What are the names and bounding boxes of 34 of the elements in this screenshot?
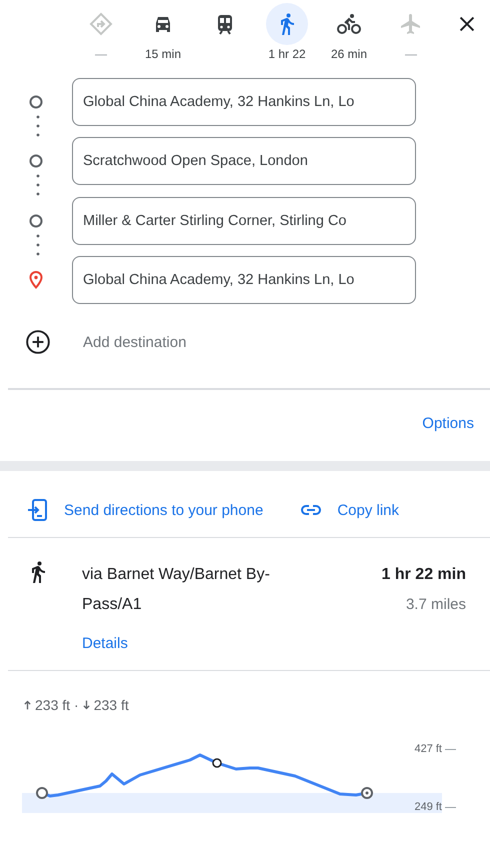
travel-time: —: [95, 47, 107, 61]
waypoint-circle-icon: [29, 154, 43, 168]
separator-dot: ·: [74, 697, 79, 713]
location-pin-icon: [29, 271, 43, 290]
travel-time: —: [405, 47, 417, 61]
elevation-gain: 233 ft: [35, 697, 70, 713]
elevation-loss: 233 ft: [94, 697, 129, 713]
airplane-icon: [399, 12, 423, 36]
elevation-min-label: 249 ft: [414, 801, 442, 813]
send-to-phone-icon[interactable]: [26, 498, 50, 522]
location-field[interactable]: Scratchwood Open Space, London: [72, 137, 416, 186]
travel-time: 1 hr 22: [268, 47, 306, 61]
travel-time: 15 min: [144, 47, 182, 61]
route-duration: 1 hr 22 min: [382, 565, 466, 585]
bicycle-icon: [337, 12, 361, 36]
route-distance: 3.7 miles: [406, 595, 466, 615]
send-directions-link[interactable]: Send directions to your phone: [64, 502, 264, 518]
location-field[interactable]: Global China Academy, 32 Hankins Ln, Lo: [72, 256, 416, 304]
options-link[interactable]: Options: [422, 415, 474, 457]
down-arrow-icon: [82, 700, 90, 710]
location-field[interactable]: Global China Academy, 32 Hankins Ln, Lo: [72, 78, 416, 126]
waypoint-circle-icon: [29, 94, 43, 109]
copy-link[interactable]: Copy link: [337, 502, 400, 518]
travel-time: 26 min: [330, 47, 368, 61]
add-icon[interactable]: [25, 329, 51, 355]
elevation-max-label: 427 ft: [414, 743, 442, 755]
location-field[interactable]: Miller & Carter Stirling Corner, Stirling Co: [72, 196, 416, 245]
details-link[interactable]: Details: [82, 635, 382, 652]
travel-mode-tab[interactable]: [266, 3, 308, 45]
waypoint-circle-icon: [29, 214, 43, 228]
directions-icon: [89, 12, 113, 36]
add-destination-link[interactable]: Add destination: [83, 334, 186, 350]
up-arrow-icon: [24, 700, 31, 710]
route-name: via Barnet Way/Barnet By-Pass/A1: [82, 565, 271, 615]
